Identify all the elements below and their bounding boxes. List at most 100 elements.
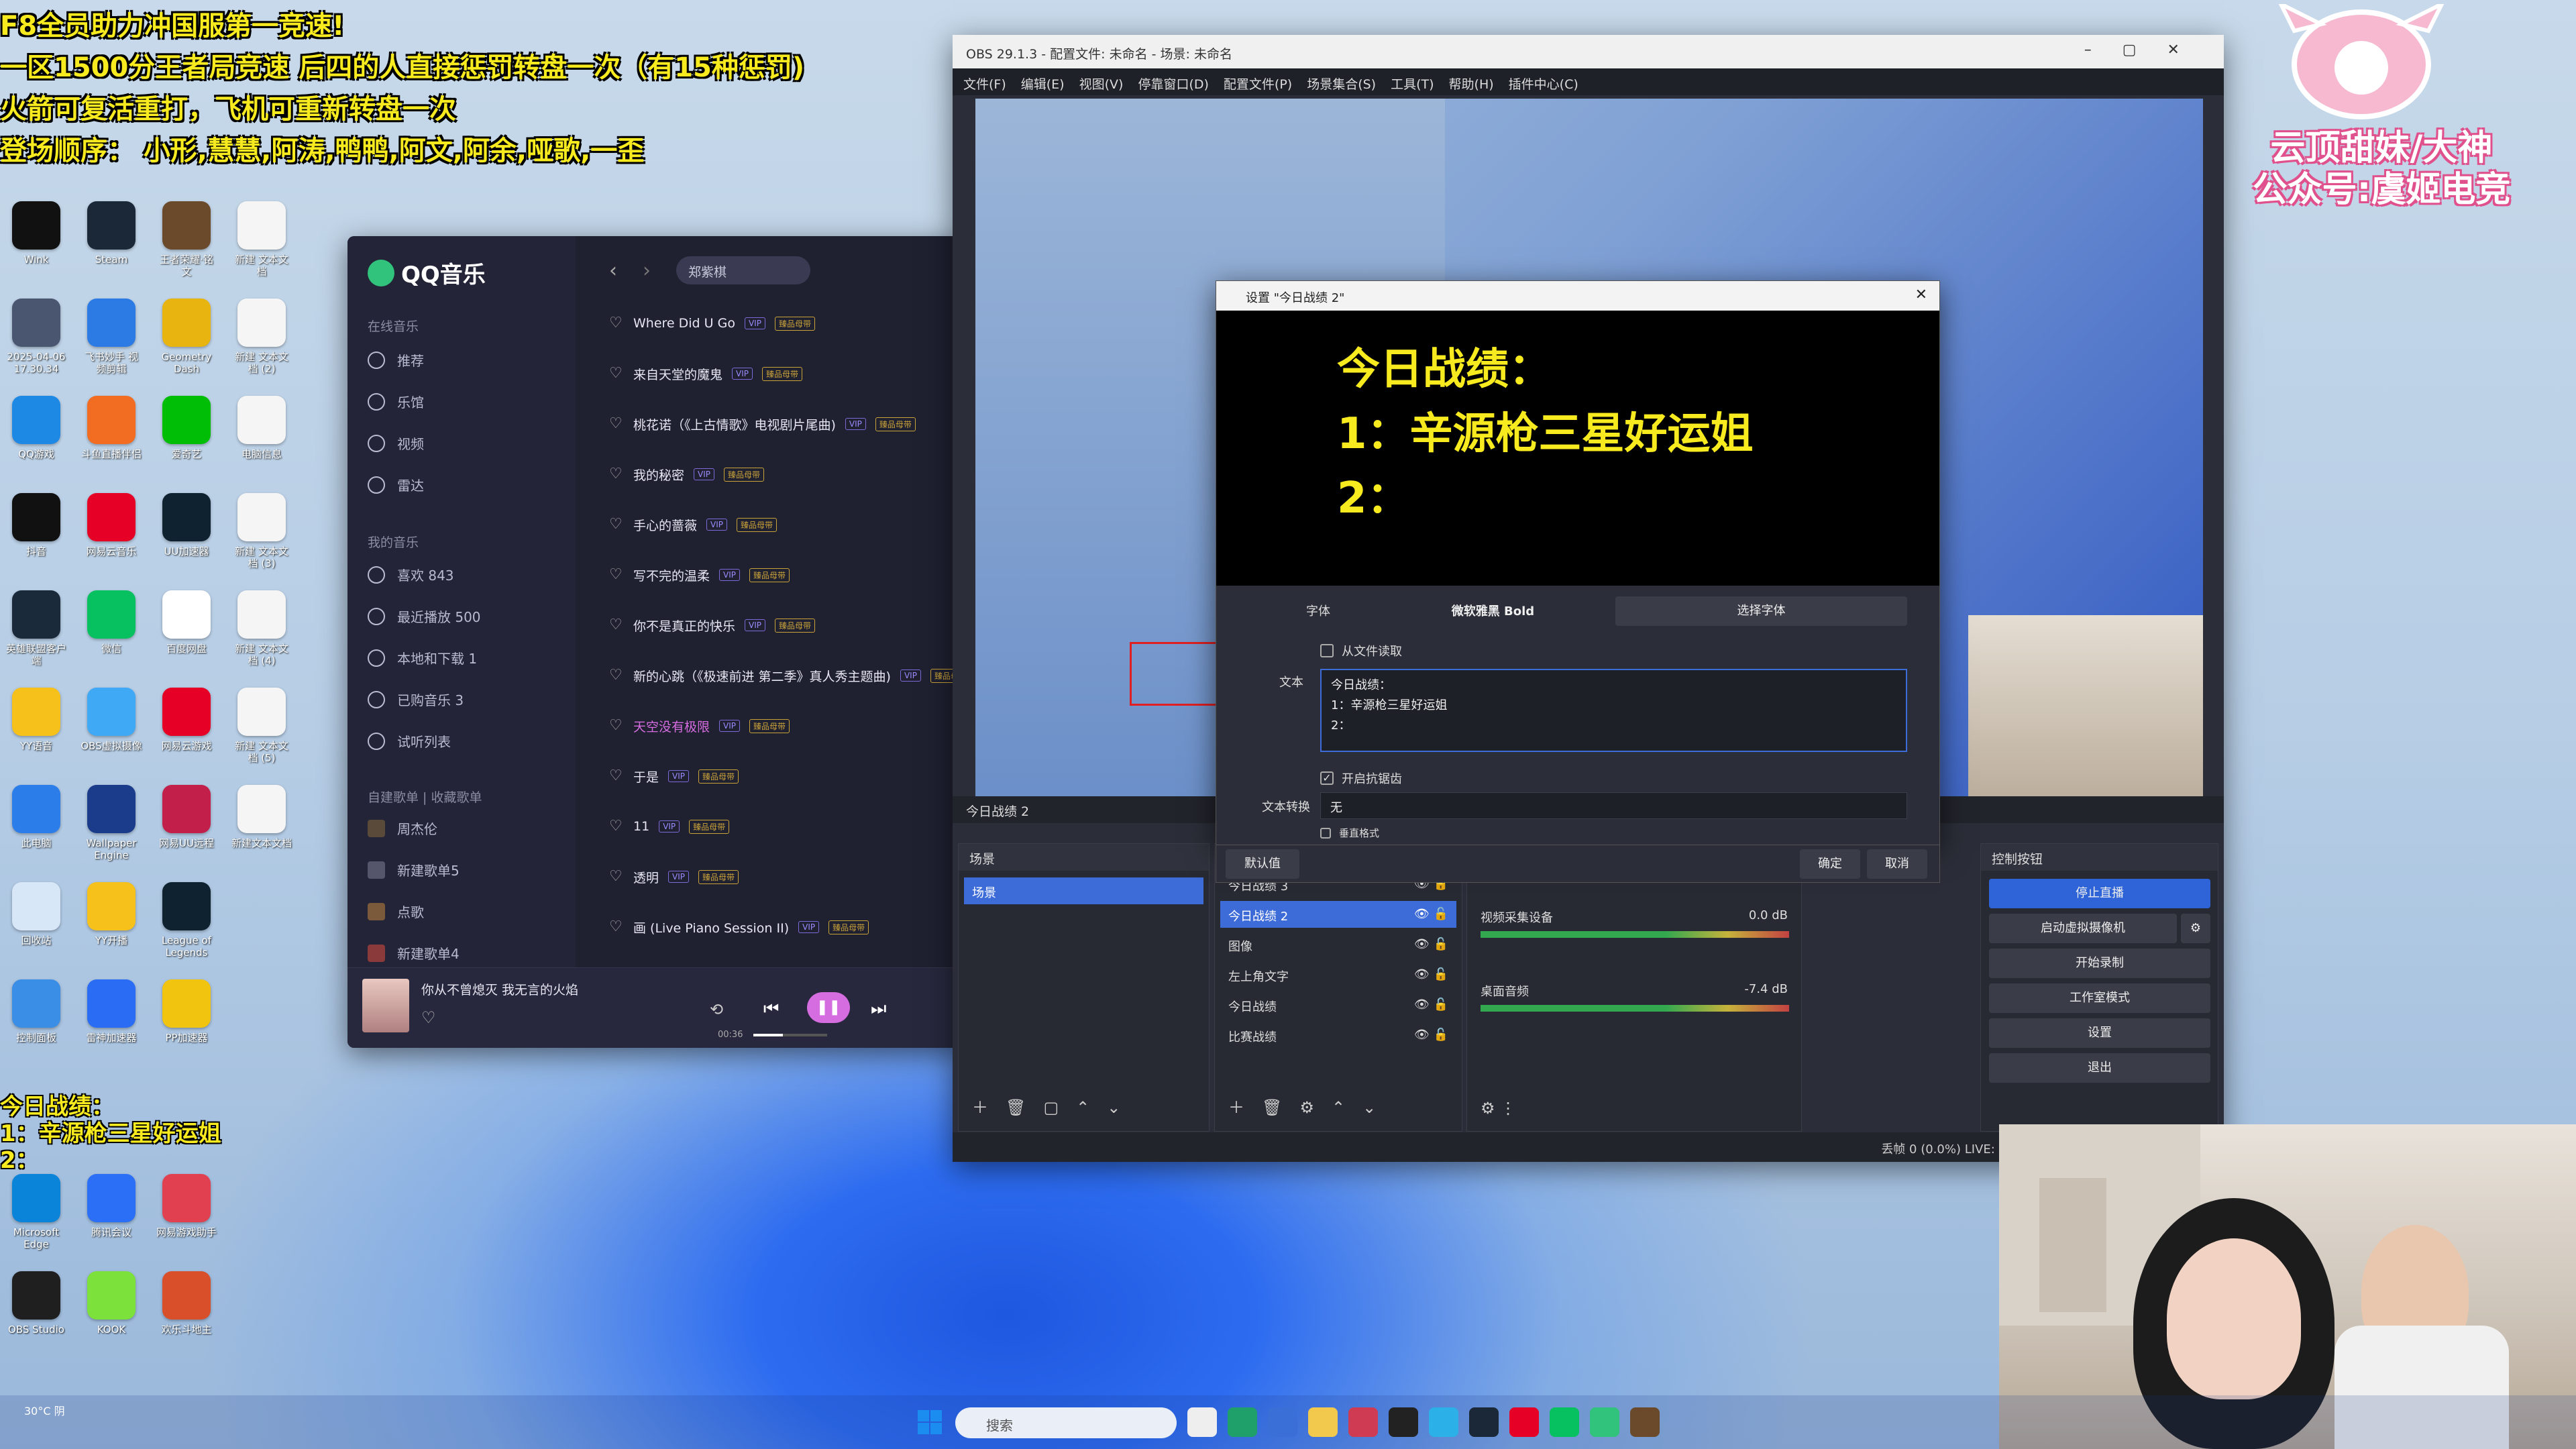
- desktop-shortcut[interactable]: Steam: [80, 201, 142, 266]
- edge-taskbar-icon[interactable]: [1228, 1407, 1257, 1437]
- playlist-item[interactable]: 新建歌单5: [368, 860, 460, 879]
- desktop-shortcut[interactable]: 新建 文本文档: [231, 201, 292, 278]
- menu-profile[interactable]: 配置文件(P): [1224, 77, 1292, 92]
- nav-recommend[interactable]: 推荐: [368, 350, 424, 370]
- desktop-shortcut[interactable]: 斗鱼直播伴侣: [80, 396, 142, 460]
- desktop-shortcut[interactable]: 英雄联盟客户端: [5, 590, 67, 667]
- desktop-shortcut[interactable]: YY语音: [5, 688, 67, 752]
- choose-font-button[interactable]: 选择字体: [1615, 596, 1907, 626]
- song-row[interactable]: ♡ 手心的蔷薇 VIP 臻品母带: [609, 513, 777, 537]
- loop-icon[interactable]: ⟲: [710, 1000, 723, 1019]
- virtual-camera-button[interactable]: 启动虚拟摄像机: [1989, 914, 2177, 943]
- notepad-taskbar-icon[interactable]: [1429, 1407, 1458, 1437]
- music-taskbar-icon[interactable]: [1509, 1407, 1539, 1437]
- desktop-shortcut[interactable]: 新建 文本文档 (5): [231, 688, 292, 764]
- nav-library[interactable]: 乐馆: [368, 392, 424, 411]
- search-input[interactable]: 郑紫棋: [676, 256, 810, 284]
- heart-icon[interactable]: ♡: [609, 718, 624, 733]
- desktop-shortcut[interactable]: OBS Studio: [5, 1271, 67, 1336]
- qq-music-taskbar-icon[interactable]: [1590, 1407, 1619, 1437]
- nav-trial-list[interactable]: 试听列表: [368, 731, 451, 751]
- scene-item[interactable]: 场景: [964, 877, 1203, 904]
- desktop-shortcut[interactable]: League of Legends: [156, 882, 217, 959]
- stop-streaming-button[interactable]: 停止直播: [1989, 879, 2210, 908]
- playlist-tabs[interactable]: 自建歌单 | 收藏歌单: [368, 788, 482, 806]
- ok-button[interactable]: 确定: [1800, 849, 1860, 879]
- visibility-lock-icon[interactable]: 👁 🔓: [1414, 1028, 1448, 1042]
- nav-video[interactable]: 视频: [368, 433, 424, 453]
- song-row[interactable]: ♡ 透明 VIP 臻品母带: [609, 865, 739, 889]
- defaults-button[interactable]: 默认值: [1226, 849, 1299, 879]
- desktop-shortcut[interactable]: 王者荣耀·铭文: [156, 201, 217, 278]
- desktop-shortcut[interactable]: QQ游戏: [5, 396, 67, 460]
- song-row[interactable]: ♡ 天空没有极限 VIP 臻品母带: [609, 714, 790, 738]
- song-row[interactable]: ♡ 画 (Live Piano Session II) VIP 臻品母带: [609, 915, 869, 939]
- visibility-lock-icon[interactable]: 👁 🔓: [1414, 937, 1448, 951]
- desktop-shortcut[interactable]: 网易云音乐: [80, 493, 142, 557]
- desktop-shortcut[interactable]: 欢乐斗地主: [156, 1271, 217, 1336]
- desktop-shortcut[interactable]: 爱奇艺: [156, 396, 217, 460]
- store-taskbar-icon[interactable]: [1268, 1407, 1297, 1437]
- pause-button[interactable]: ❚❚: [807, 992, 850, 1023]
- exit-button[interactable]: 退出: [1989, 1053, 2210, 1083]
- text-input[interactable]: 今日战绩： 1：辛源枪三星好运姐 2：: [1320, 669, 1907, 752]
- visibility-lock-icon[interactable]: 👁 🔓: [1414, 907, 1448, 921]
- desktop-shortcut[interactable]: 新建文本文档: [231, 785, 292, 849]
- mixer-settings-icon[interactable]: ⚙ ⋮: [1481, 1099, 1516, 1118]
- song-row[interactable]: ♡ 11 VIP 臻品母带: [609, 814, 730, 839]
- heart-icon[interactable]: ♡: [609, 869, 624, 884]
- game-taskbar-icon[interactable]: [1630, 1407, 1660, 1437]
- nav-radar[interactable]: 雷达: [368, 475, 424, 494]
- desktop-shortcut[interactable]: 飞书妙手 视频剪辑: [80, 299, 142, 375]
- desktop-shortcut[interactable]: 雷神加速器: [80, 979, 142, 1044]
- song-row[interactable]: ♡ 新的心跳（《极速前进 第二季》真人秀主题曲) VIP 臻品母带: [609, 663, 965, 688]
- nav-recent[interactable]: 最近播放 500: [368, 606, 481, 626]
- menu-edit[interactable]: 编辑(E): [1021, 77, 1065, 92]
- desktop-shortcut[interactable]: 2025-04-06 17.30.34: [5, 299, 67, 375]
- heart-icon[interactable]: ♡: [609, 417, 624, 431]
- scene-toolbar[interactable]: ＋🗑▢⌃⌄: [972, 1094, 1138, 1118]
- nav-local[interactable]: 本地和下载 1: [368, 648, 477, 667]
- read-from-file-checkbox[interactable]: 从文件读取: [1320, 642, 1402, 659]
- desktop-shortcut[interactable]: 微信: [80, 590, 142, 655]
- obs-taskbar-icon[interactable]: [1389, 1407, 1418, 1437]
- next-icon[interactable]: ⏭: [871, 999, 886, 1020]
- start-recording-button[interactable]: 开始录制: [1989, 949, 2210, 978]
- desktop-shortcut[interactable]: YY开播: [80, 882, 142, 947]
- source-item[interactable]: 比赛战绩 👁 🔓: [1220, 1022, 1456, 1049]
- heart-icon[interactable]: ♡: [609, 316, 624, 331]
- steam-taskbar-icon[interactable]: [1469, 1407, 1499, 1437]
- song-row[interactable]: ♡ 桃花诺（《上古情歌》电视剧片尾曲) VIP 臻品母带: [609, 412, 916, 436]
- heart-icon[interactable]: ♡: [609, 920, 624, 934]
- heart-icon[interactable]: ♡: [609, 467, 624, 482]
- nav-liked[interactable]: 喜欢 843: [368, 565, 454, 584]
- playlist-item[interactable]: 新建歌单4: [368, 943, 460, 963]
- source-item[interactable]: 今日战绩 👁 🔓: [1220, 991, 1456, 1018]
- song-row[interactable]: ♡ Where Did U Go VIP 臻品母带: [609, 311, 815, 335]
- heart-icon[interactable]: ♡: [609, 568, 624, 582]
- desktop-shortcut[interactable]: 新建 文本文档 (4): [231, 590, 292, 667]
- heart-icon[interactable]: ♡: [609, 517, 624, 532]
- netease-taskbar-icon[interactable]: [1348, 1407, 1378, 1437]
- transform-select[interactable]: 无: [1320, 792, 1907, 819]
- menu-view[interactable]: 视图(V): [1079, 77, 1124, 92]
- song-row[interactable]: ♡ 你不是真正的快乐 VIP 臻品母带: [609, 613, 816, 637]
- desktop-shortcut[interactable]: 抖音: [5, 493, 67, 557]
- heart-icon[interactable]: ♡: [609, 668, 624, 683]
- text-properties-dialog[interactable]: 设置 "今日战绩 2" ✕ 今日战绩： 1：辛源枪三星好运姐 2： 字体 微软雅黑…: [1216, 280, 1940, 845]
- qq-music-window[interactable]: QQ音乐 在线音乐 推荐 乐馆 视频 雷达 我的音乐 喜欢 843 最近播放 5…: [347, 236, 965, 1048]
- vertical-checkbox[interactable]: 垂直格式: [1320, 826, 1379, 840]
- desktop-shortcut[interactable]: UU加速器: [156, 493, 217, 557]
- settings-button[interactable]: 设置: [1989, 1018, 2210, 1048]
- desktop-shortcut[interactable]: 网易云游戏: [156, 688, 217, 752]
- close-icon[interactable]: ✕: [1915, 286, 1927, 303]
- desktop-shortcut[interactable]: 此电脑: [5, 785, 67, 849]
- desktop-shortcut[interactable]: Geometry Dash: [156, 299, 217, 375]
- menu-scene-collection[interactable]: 场景集合(S): [1307, 77, 1376, 92]
- source-item[interactable]: 左上角文字 👁 🔓: [1220, 961, 1456, 988]
- menu-help[interactable]: 帮助(H): [1449, 77, 1494, 92]
- playlist-item[interactable]: 周杰伦: [368, 818, 437, 838]
- source-item[interactable]: 今日战绩 2 👁 🔓: [1220, 901, 1456, 928]
- menu-tools[interactable]: 工具(T): [1391, 77, 1434, 92]
- cancel-button[interactable]: 取消: [1867, 849, 1927, 879]
